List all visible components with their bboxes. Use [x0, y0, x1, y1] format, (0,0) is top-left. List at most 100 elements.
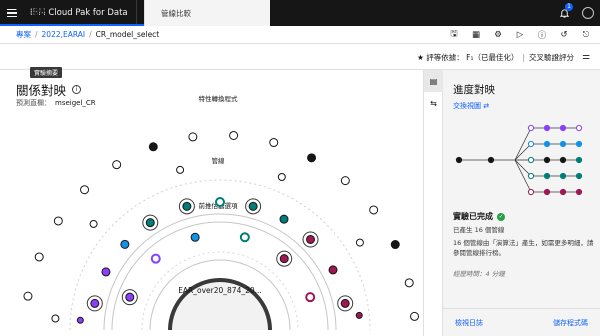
estimator-node[interactable]: [276, 250, 293, 267]
calendar-icon[interactable]: ▦: [466, 26, 486, 44]
outer-node[interactable]: [269, 138, 279, 148]
tree-node[interactable]: [575, 188, 583, 196]
tab-experiment-summary[interactable]: 實驗摘要: [0, 0, 144, 26]
pipeline-node[interactable]: [76, 316, 84, 324]
progress-map-tab-icon[interactable]: ▤: [424, 70, 443, 92]
pipeline-node[interactable]: [120, 239, 130, 249]
tree-node[interactable]: [559, 156, 567, 164]
history-icon[interactable]: ↺: [554, 26, 574, 44]
estimator-node[interactable]: [305, 292, 316, 303]
tree-node[interactable]: [543, 156, 551, 164]
outer-node[interactable]: [176, 165, 185, 174]
switch-view-link[interactable]: 交換視圖 ⇄: [453, 101, 489, 111]
description: 16 個管線由「演算法」產生，如需更多明細，請參閱管線排行榜。: [453, 239, 594, 257]
outer-node[interactable]: [340, 176, 350, 186]
center-label: EAR_over20_874_20...: [178, 286, 262, 295]
elapsed-time: 經歷時間：4 分鐘: [453, 270, 505, 278]
share-icon[interactable]: ⎋: [576, 26, 596, 44]
notification-icon[interactable]: 1: [552, 0, 576, 26]
pipeline-node[interactable]: [355, 311, 363, 319]
notification-badge: 1: [565, 3, 573, 11]
pipelines-generated: 已產生 16 個管線: [453, 226, 505, 234]
outer-node[interactable]: [51, 314, 60, 323]
outer-node[interactable]: [89, 219, 98, 228]
toolbar: 🖫 ▦ ⚙ ▷ ⓘ ↺ ⎋: [444, 26, 596, 44]
estimator-node[interactable]: [121, 289, 138, 306]
outer-node[interactable]: [390, 240, 400, 250]
pipeline-node[interactable]: [328, 265, 338, 275]
pipeline-node[interactable]: [302, 231, 319, 248]
tree-node[interactable]: [575, 156, 583, 164]
status: 實驗已完成 ✓: [453, 211, 505, 222]
outer-node[interactable]: [34, 252, 44, 262]
pipeline-node[interactable]: [101, 267, 111, 277]
tree-node[interactable]: [543, 140, 551, 148]
tree-node[interactable]: [559, 172, 567, 180]
tree-node[interactable]: [527, 124, 535, 132]
tree-node[interactable]: [559, 124, 567, 132]
swap-icon: ⇄: [483, 102, 490, 110]
outer-node[interactable]: [355, 238, 364, 247]
tab-pipeline-comparison[interactable]: 管線比較: [144, 0, 270, 26]
ring-label-transformers: 特性轉換程式: [199, 94, 239, 103]
tree-node[interactable]: [527, 188, 535, 196]
estimator-node[interactable]: [150, 253, 161, 264]
outer-node[interactable]: [53, 216, 63, 226]
ranking-selector[interactable]: ★ 評等依據： F₁（已最佳化） | 交叉驗證評分: [417, 44, 574, 70]
run-icon[interactable]: ▷: [510, 26, 530, 44]
save-code-link[interactable]: 儲存程式碼: [553, 318, 588, 328]
view-log-link[interactable]: 檢視日誌: [455, 318, 483, 328]
outer-node[interactable]: [112, 160, 122, 170]
ranking-label: ★ 評等依據： F₁（已最佳化）: [417, 52, 519, 62]
outer-node[interactable]: [410, 311, 420, 321]
settings-icon[interactable]: ⚙: [488, 26, 508, 44]
breadcrumb-current: CR_model_select: [95, 30, 160, 39]
tree-edge: [514, 143, 532, 161]
tree-node[interactable]: [543, 188, 551, 196]
tree-node[interactable]: [527, 140, 535, 148]
pipeline-node[interactable]: [337, 295, 354, 312]
outer-node[interactable]: [307, 153, 317, 163]
tree-node[interactable]: [527, 156, 535, 164]
save-icon[interactable]: 🖫: [444, 26, 464, 44]
pipeline-node[interactable]: [178, 198, 195, 215]
list-tab-icon[interactable]: ⇆: [424, 92, 443, 114]
outer-node[interactable]: [148, 142, 158, 152]
tree-node[interactable]: [487, 156, 495, 164]
progress-tree: [455, 124, 583, 196]
tree-node[interactable]: [575, 124, 583, 132]
avatar[interactable]: [576, 0, 600, 26]
pipeline-node[interactable]: [142, 214, 159, 231]
tree-edge: [514, 159, 532, 177]
cross-validation-label: 交叉驗證評分: [529, 52, 574, 62]
tree-node[interactable]: [527, 172, 535, 180]
tree-node[interactable]: [575, 140, 583, 148]
outer-node[interactable]: [23, 291, 33, 301]
breadcrumb-projects[interactable]: 專案: [16, 29, 31, 40]
tree-node[interactable]: [559, 140, 567, 148]
tree-node[interactable]: [543, 172, 551, 180]
outer-node[interactable]: [188, 132, 198, 142]
outer-node[interactable]: [229, 130, 239, 140]
pipeline-node[interactable]: [245, 198, 262, 215]
tree-node[interactable]: [559, 188, 567, 196]
tree-node[interactable]: [455, 156, 463, 164]
outer-node[interactable]: [404, 278, 414, 288]
filter-icon[interactable]: ⚌: [578, 44, 594, 70]
outer-node[interactable]: [80, 185, 90, 195]
estimator-node[interactable]: [239, 232, 250, 243]
pipeline-node[interactable]: [279, 214, 289, 224]
pipeline-node[interactable]: [86, 295, 103, 312]
search-input[interactable]: ⌕ 搜尋: [231, 0, 552, 26]
relationship-map: 特性轉換程式管線前推估器選項EAR_over20_874_20...: [23, 94, 420, 331]
outer-node[interactable]: [277, 173, 286, 182]
side-panel-tabs: ▤ ⇆: [423, 70, 443, 336]
breadcrumb-project[interactable]: 2022,EARAI: [42, 30, 86, 39]
pipeline-node[interactable]: [215, 197, 225, 207]
panel-footer: 檢視日誌 儲存程式碼: [443, 308, 600, 336]
tree-node[interactable]: [543, 124, 551, 132]
estimator-node[interactable]: [190, 232, 200, 242]
tree-node[interactable]: [575, 172, 583, 180]
outer-node[interactable]: [369, 205, 379, 215]
info-icon[interactable]: ⓘ: [532, 26, 552, 44]
